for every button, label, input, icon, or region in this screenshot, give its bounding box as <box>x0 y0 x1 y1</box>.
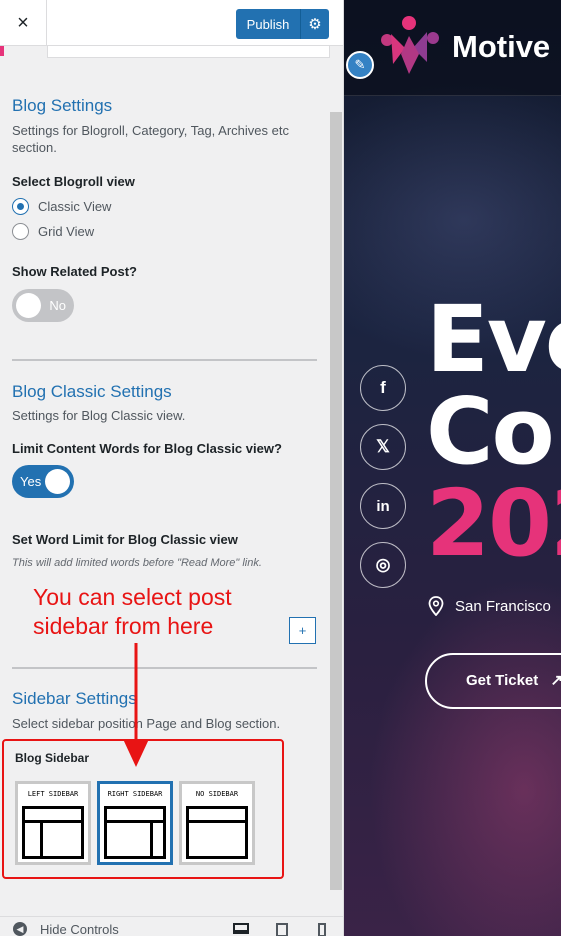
brand-logo-icon <box>381 16 439 74</box>
site-preview: Motive ✎ f 𝕏 in ◎ Eve Co 202 San Francis… <box>344 0 561 936</box>
radio-classic-view[interactable]: Classic View <box>12 194 111 219</box>
facebook-icon[interactable]: f <box>360 365 406 411</box>
annotation-line: You can select post <box>33 584 232 610</box>
layout-right-sidebar-icon <box>104 806 166 859</box>
customizer-header: × Publish ⚙ <box>0 0 343 46</box>
limit-words-label: Limit Content Words for Blog Classic vie… <box>12 441 282 456</box>
layout-header-bar <box>107 820 163 823</box>
layout-no-sidebar-icon <box>186 806 248 859</box>
radio-label: Classic View <box>38 199 112 214</box>
section-title-blog-classic: Blog Classic Settings <box>12 382 172 401</box>
previous-section-strip <box>47 46 330 58</box>
layout-caption: LEFT SIDEBAR <box>27 790 79 798</box>
edit-shortcut-pencil-icon[interactable]: ✎ <box>346 51 374 79</box>
location-text: San Francisco <box>455 597 551 615</box>
annotation-line: sidebar from here <box>33 613 214 639</box>
hero-title-line: Co <box>426 378 555 485</box>
word-limit-increment-button[interactable]: + <box>289 617 316 644</box>
radio-label: Grid View <box>38 224 95 239</box>
mobile-preview-icon[interactable] <box>318 923 326 936</box>
close-icon[interactable]: × <box>0 0 47 46</box>
radio-button[interactable] <box>12 223 29 240</box>
publish-button[interactable]: Publish <box>236 9 301 39</box>
word-limit-hint: This will add limited words before "Read… <box>12 557 262 566</box>
brand-name[interactable]: Motive <box>452 29 550 65</box>
tablet-preview-icon[interactable] <box>276 923 288 936</box>
layout-caption: NO SIDEBAR <box>195 790 239 798</box>
hide-controls-button[interactable]: Hide Controls <box>40 922 119 936</box>
divider <box>12 667 317 669</box>
linkedin-icon[interactable]: in <box>360 483 406 529</box>
layout-no-sidebar[interactable]: NO SIDEBAR <box>179 781 255 865</box>
gear-icon[interactable]: ⚙ <box>301 9 329 39</box>
layout-caption: RIGHT SIDEBAR <box>107 790 163 798</box>
layout-right-sidebar[interactable]: RIGHT SIDEBAR <box>97 781 173 865</box>
toggle-knob <box>16 293 41 318</box>
section-description: Settings for Blog Classic view. <box>12 408 186 423</box>
limit-words-toggle[interactable]: Yes <box>12 465 74 498</box>
hero-title-year: 202 <box>426 470 561 577</box>
toggle-text: No <box>49 298 66 313</box>
blog-sidebar-label: Blog Sidebar <box>15 751 90 765</box>
accent-marker <box>0 46 4 56</box>
scrollbar[interactable] <box>330 112 342 890</box>
blogroll-view-label: Select Blogroll view <box>12 174 135 189</box>
location-pin-icon <box>428 596 444 616</box>
customizer-panel: × Publish ⚙ Blog Settings Settings for B… <box>0 0 344 936</box>
hero-title-line: Eve <box>426 286 561 393</box>
section-title-blog-settings: Blog Settings <box>12 96 113 115</box>
layout-header-bar <box>189 820 245 823</box>
site-header: Motive <box>344 0 561 96</box>
layout-left-sidebar[interactable]: LEFT SIDEBAR <box>15 781 91 865</box>
instagram-icon[interactable]: ◎ <box>360 542 406 588</box>
radio-grid-view[interactable]: Grid View <box>12 219 94 244</box>
arrow-up-right-icon: ↗ <box>550 672 561 689</box>
word-limit-label: Set Word Limit for Blog Classic view <box>12 532 238 547</box>
layout-column-divider <box>40 823 43 856</box>
related-post-toggle[interactable]: No <box>12 289 74 322</box>
publish-group: Publish ⚙ <box>236 9 329 39</box>
get-ticket-label: Get Ticket <box>466 672 539 689</box>
event-location: San Francisco <box>428 596 551 616</box>
radio-button[interactable] <box>12 198 29 215</box>
toggle-knob <box>45 469 70 494</box>
x-twitter-icon[interactable]: 𝕏 <box>360 424 406 470</box>
layout-left-sidebar-icon <box>22 806 84 859</box>
section-description: Settings for Blogroll, Category, Tag, Ar… <box>12 123 289 155</box>
divider <box>12 359 317 361</box>
desktop-preview-icon[interactable] <box>233 923 249 934</box>
section-title-sidebar-settings: Sidebar Settings <box>12 689 137 708</box>
customizer-footer: ◀ Hide Controls <box>0 916 343 936</box>
get-ticket-button[interactable]: Get Ticket ↗ <box>425 653 561 709</box>
annotation-callout: You can select post sidebar from here <box>33 583 232 641</box>
hide-controls-icon[interactable]: ◀ <box>13 922 27 936</box>
layout-header-bar <box>25 820 81 823</box>
layout-column-divider <box>150 823 153 856</box>
related-post-label: Show Related Post? <box>12 264 137 279</box>
toggle-text: Yes <box>20 474 42 489</box>
